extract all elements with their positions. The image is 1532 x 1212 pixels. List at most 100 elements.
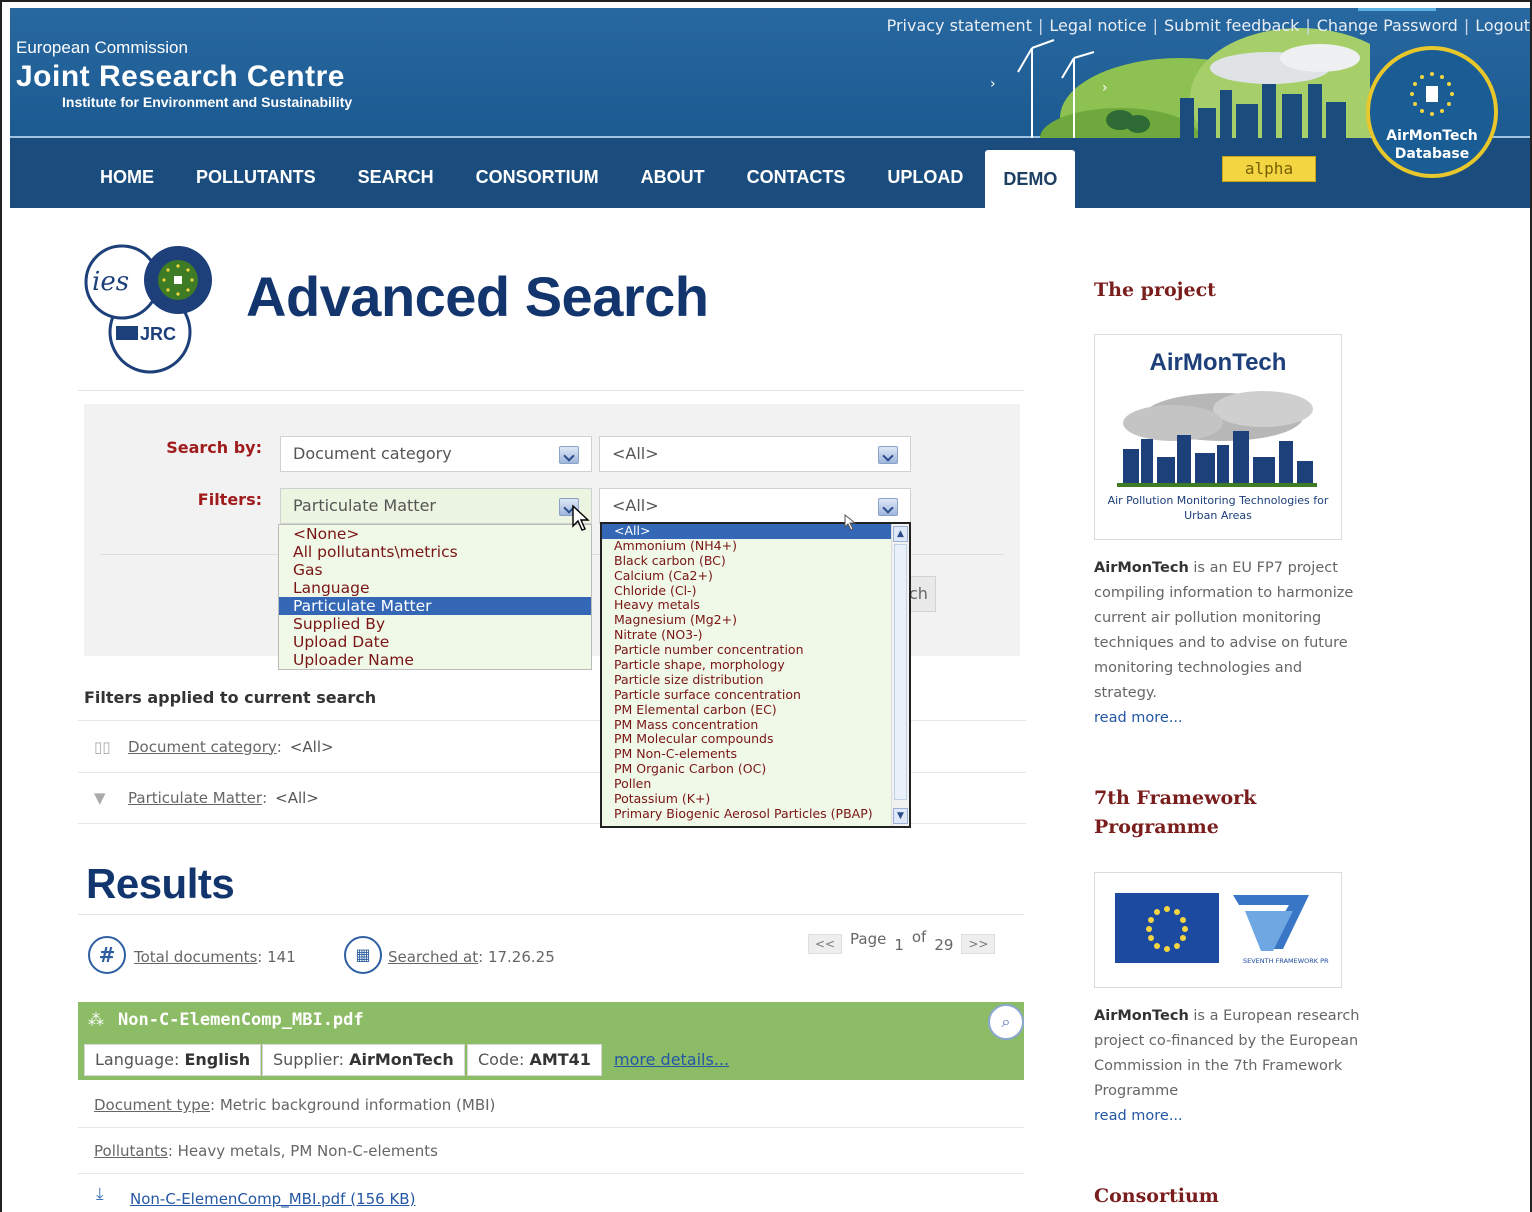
filter-option-gas[interactable]: Gas	[279, 561, 591, 579]
airmontech-project-logo[interactable]: AirMonTech Air Pollution Monitoring Tech…	[1094, 334, 1342, 540]
title-divider	[78, 390, 1024, 391]
file-download-link[interactable]: Non-C-ElemenComp_MBI.pdf (156 KB)	[130, 1190, 415, 1208]
chevron-down-icon[interactable]	[559, 446, 579, 464]
sub-filter-option[interactable]: Particle number concentration	[602, 642, 893, 658]
sub-filter-option[interactable]: PM Mass concentration	[602, 717, 893, 733]
language-tag: Language: English	[84, 1044, 262, 1076]
filter-option-supplied-by[interactable]: Supplied By	[279, 615, 591, 633]
consortium-heading: Consortium	[1094, 1185, 1219, 1207]
document-type-label[interactable]: Document type	[94, 1096, 210, 1114]
search-by-sub-select[interactable]: <All>	[599, 436, 911, 472]
pollutants-value: : Heavy metals, PM Non-C-elements	[167, 1142, 438, 1160]
nav-about[interactable]: ABOUT	[641, 140, 705, 208]
sub-filter-option[interactable]: Particle surface concentration	[602, 687, 893, 703]
page-title: Advanced Search	[246, 265, 709, 328]
category-icon: ▯▯	[94, 737, 111, 756]
nav-consortium[interactable]: CONSORTIUM	[476, 140, 599, 208]
ies-logo-text: ies	[92, 267, 129, 297]
code-tag: Code: AMT41	[467, 1044, 602, 1076]
search-by-select[interactable]: Document category	[280, 436, 592, 472]
centre-name[interactable]: Joint Research Centre	[16, 60, 345, 94]
airmontech-database-logo[interactable]: AirMonTech Database	[1366, 46, 1498, 178]
sub-filter-option[interactable]: Black carbon (BC)	[602, 553, 893, 569]
next-page-button[interactable]: >>	[961, 934, 996, 954]
alpha-badge: alpha	[1222, 156, 1316, 182]
sub-filter-option[interactable]: Particle shape, morphology	[602, 657, 893, 673]
nav-contacts[interactable]: CONTACTS	[747, 140, 846, 208]
filter-sep: :	[262, 789, 268, 807]
searched-at: Searched at: 17.26.25	[388, 948, 555, 966]
sub-filter-option[interactable]: Calcium (Ca2+)	[602, 568, 893, 584]
sub-filter-option[interactable]: Pollen	[602, 776, 893, 792]
logo-line2: Database	[1394, 146, 1470, 162]
sub-filter-option[interactable]: PM Molecular compounds	[602, 732, 893, 747]
total-documents: Total documents: 141	[134, 948, 296, 966]
legal-link[interactable]: Legal notice	[1049, 16, 1146, 35]
magnify-icon[interactable]: ⌕	[988, 1004, 1024, 1040]
sub-filter-options: <All> Ammonium (NH4+) Black carbon (BC) Cal…	[602, 524, 893, 822]
nav-pollutants[interactable]: POLLUTANTS	[196, 140, 316, 208]
fp7-read-more-link[interactable]: read more...	[1094, 1108, 1183, 1124]
scroll-down-icon[interactable]: ▼	[893, 808, 908, 824]
sub-filter-option[interactable]: Heavy metals	[602, 598, 893, 613]
sub-filter-option[interactable]: Potassium (K+)	[602, 791, 893, 807]
change-password-link[interactable]: Change Password	[1317, 16, 1458, 35]
filter-funnel-icon: ▼	[94, 789, 106, 807]
sub-filter-option[interactable]: PM Elemental carbon (EC)	[602, 702, 893, 718]
filter-applied-link[interactable]: Document category	[128, 738, 277, 756]
filter-option-upload-date[interactable]: Upload Date	[279, 633, 591, 651]
total-documents-label[interactable]: Total documents	[134, 948, 257, 966]
scroll-thumb[interactable]	[894, 544, 907, 800]
prev-page-button[interactable]: <<	[808, 934, 842, 954]
fp7-logo[interactable]: SEVENTH FRAMEWORK PROGRAMME	[1094, 872, 1342, 988]
more-details-link[interactable]: more details...	[614, 1050, 729, 1069]
sub-filter-option[interactable]: Particle size distribution	[602, 672, 893, 688]
feedback-link[interactable]: Submit feedback	[1164, 16, 1299, 35]
sub-filter-option[interactable]: Primary Biogenic Aerosol Particles (PBAP…	[602, 806, 893, 822]
filters-select[interactable]: Particulate Matter	[280, 488, 592, 524]
dropdown-scrollbar[interactable]: ▲ ▼	[891, 524, 909, 826]
privacy-link[interactable]: Privacy statement	[887, 16, 1032, 35]
sub-filter-option[interactable]: Ammonium (NH4+)	[602, 538, 893, 554]
sub-filter-option[interactable]: PM Non-C-elements	[602, 746, 893, 762]
tag-key: Code:	[478, 1050, 530, 1069]
searched-at-label[interactable]: Searched at	[388, 948, 478, 966]
eu-stars-icon	[1410, 72, 1454, 116]
filter-applied-link[interactable]: Particulate Matter	[128, 789, 262, 807]
chevron-down-icon[interactable]	[878, 498, 898, 516]
total-pages: 29	[934, 936, 954, 954]
fp7-heading: 7th Framework Programme	[1094, 787, 1257, 838]
project-brand: AirMonTech	[1094, 560, 1189, 576]
svg-text:›: ›	[1102, 80, 1108, 96]
fp7-description: AirMonTech is a European research projec…	[1094, 1004, 1364, 1129]
nav-demo[interactable]: DEMO	[985, 150, 1076, 208]
tag-key: Language:	[95, 1050, 185, 1069]
tag-value: AirMonTech	[349, 1050, 454, 1069]
download-icon: ⤓	[96, 1184, 104, 1204]
filter-option-language[interactable]: Language	[279, 579, 591, 597]
project-heading: The project	[1094, 279, 1216, 301]
sub-filter-option[interactable]: PM Organic Carbon (OC)	[602, 761, 893, 777]
filter-option-uploader[interactable]: Uploader Name	[279, 651, 591, 669]
nav-home[interactable]: HOME	[100, 140, 154, 208]
sub-filter-option[interactable]: Nitrate (NO3-)	[602, 627, 893, 643]
sub-filter-option[interactable]: Magnesium (Mg2+)	[602, 612, 893, 628]
sub-filter-option[interactable]: Chloride (Cl-)	[602, 583, 893, 599]
filters-sub-select[interactable]: <All>	[599, 488, 911, 524]
pollutants-label[interactable]: Pollutants	[94, 1142, 168, 1160]
nav-search[interactable]: SEARCH	[358, 140, 434, 208]
filter-option-none[interactable]: <None>	[279, 525, 591, 543]
document-title[interactable]: Non-C-ElemenComp_MBI.pdf	[118, 1010, 364, 1030]
mouse-cursor-icon	[572, 504, 590, 531]
project-read-more-link[interactable]: read more...	[1094, 710, 1183, 726]
header-corner-accent	[1358, 8, 1436, 11]
filter-option-all[interactable]: All pollutants\metrics	[279, 543, 591, 561]
chevron-down-icon[interactable]	[878, 446, 898, 464]
scroll-up-icon[interactable]: ▲	[893, 526, 908, 542]
search-by-select-value: Document category	[293, 444, 452, 463]
logout-link[interactable]: Logout	[1475, 16, 1530, 35]
ies-jrc-logo: ies JRC	[84, 244, 212, 374]
nav-upload[interactable]: UPLOAD	[887, 140, 963, 208]
filter-option-particulate[interactable]: Particulate Matter	[279, 597, 591, 615]
browser-frame: European Commission Joint Research Centr…	[0, 0, 1532, 1212]
